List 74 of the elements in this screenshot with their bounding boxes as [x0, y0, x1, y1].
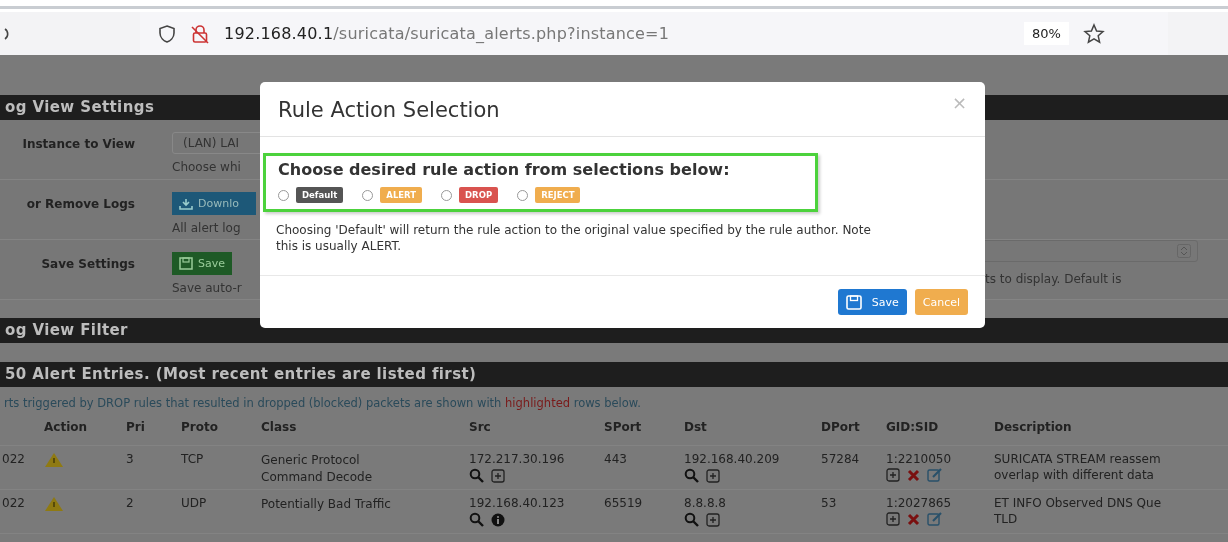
table-cell-text: TCP [181, 452, 205, 468]
delete-icon[interactable] [907, 512, 920, 526]
table-cell-text: 57284 [821, 452, 861, 468]
info-icon[interactable] [491, 512, 505, 527]
help-text: Save auto-r [172, 281, 242, 295]
search-icon[interactable] [684, 512, 699, 527]
search-icon[interactable] [684, 468, 699, 483]
table-cell-text: 022 [1, 452, 26, 468]
action-label: ALERT [380, 187, 423, 203]
table-cell-text: Generic Protocol Command Decode [261, 452, 374, 486]
edit-icon[interactable] [927, 512, 943, 526]
table-cell-text: 443 [604, 452, 628, 468]
prompt-text: Choose desired rule action from selections below: [278, 160, 731, 179]
download-icon [179, 197, 193, 210]
table-cell-text: TLD [994, 512, 1019, 526]
column-header[interactable]: GID:SID [886, 420, 994, 445]
table-cell-text: 1:2027865 [886, 496, 953, 510]
shield-icon[interactable] [158, 23, 176, 44]
notice-text: rts triggered by DROP rules that resulted in dropped (blocked) packets are shown with highlighted rows below. [4, 396, 642, 410]
help-text: All alert log [172, 221, 241, 235]
setting-label: Save Settings [40, 256, 135, 273]
save-settings-button[interactable]: Save [172, 252, 232, 275]
column-header[interactable]: SPort [604, 420, 684, 445]
add-icon[interactable] [706, 512, 720, 527]
column-header[interactable]: DPort [821, 420, 886, 445]
search-icon[interactable] [469, 512, 484, 527]
column-header[interactable]: Proto [181, 420, 261, 445]
panel-heading: 50 Alert Entries. (Most recent entries are listed first) [0, 362, 1228, 387]
table-cell-text: 022 [1, 496, 26, 512]
action-label: Default [296, 187, 344, 203]
column-header[interactable]: Action [40, 420, 126, 445]
dialog-title: Rule Action Selection [278, 97, 500, 122]
column-header[interactable]: Class [261, 420, 469, 445]
star-icon[interactable] [1082, 22, 1105, 45]
search-icon[interactable] [469, 468, 484, 483]
table-cell-text: 1:2210050 [886, 452, 953, 466]
table-cell-text: overlap with different data [994, 468, 1155, 482]
column-header[interactable]: Dst [684, 420, 821, 445]
column-header[interactable]: Src [469, 420, 604, 445]
delete-icon[interactable] [907, 468, 920, 482]
download-button[interactable]: Downlo [172, 192, 256, 215]
table-cell-text: 2 [126, 496, 135, 512]
add-icon[interactable] [886, 512, 900, 526]
table-cell-text: 8.8.8.8 [684, 496, 727, 510]
table-cell-text: 65519 [604, 496, 644, 512]
save-button[interactable]: Save [837, 289, 907, 315]
note-text: Choosing 'Default' will return the rule action to the original value specified by the rule author. Note this is usually ALERT. [276, 222, 872, 254]
help-text: ts to display. Default is [985, 272, 1122, 286]
warning-icon [44, 452, 64, 468]
insecure-lock-icon[interactable] [190, 23, 210, 44]
column-header[interactable]: Description [994, 420, 1214, 445]
add-icon[interactable] [886, 468, 900, 482]
setting-label: or Remove Logs [25, 196, 135, 213]
table-cell-text: ET INFO Observed DNS Que [994, 496, 1163, 510]
zoom-level-button[interactable]: 80% [1024, 22, 1069, 45]
action-label: DROP [459, 187, 499, 203]
setting-label: Instance to View [21, 136, 135, 153]
add-icon[interactable] [706, 468, 720, 483]
table-cell-text: UDP [181, 496, 208, 512]
table-cell-text: 172.217.30.196 [469, 452, 566, 466]
table-cell-text: Potentially Bad Traffic [261, 496, 392, 513]
edit-icon[interactable] [927, 468, 943, 482]
table-cell-text: 192.168.40.123 [469, 496, 566, 510]
url-text[interactable]: 192.168.40.1/suricata/suricata_alerts.php?instance=1 [224, 24, 1004, 43]
warning-icon [44, 496, 64, 512]
action-label: REJECT [535, 187, 581, 203]
cancel-button[interactable]: Cancel [914, 289, 968, 315]
column-header[interactable]: Pri [126, 420, 181, 445]
table-cell-text: 3 [126, 452, 135, 468]
table-cell-text: SURICATA STREAM reassem [994, 452, 1162, 466]
add-icon[interactable] [491, 468, 505, 483]
help-text: Choose whi [172, 160, 241, 174]
table-cell-text: 53 [821, 496, 838, 512]
table-cell-text: 192.168.40.209 [684, 452, 781, 466]
